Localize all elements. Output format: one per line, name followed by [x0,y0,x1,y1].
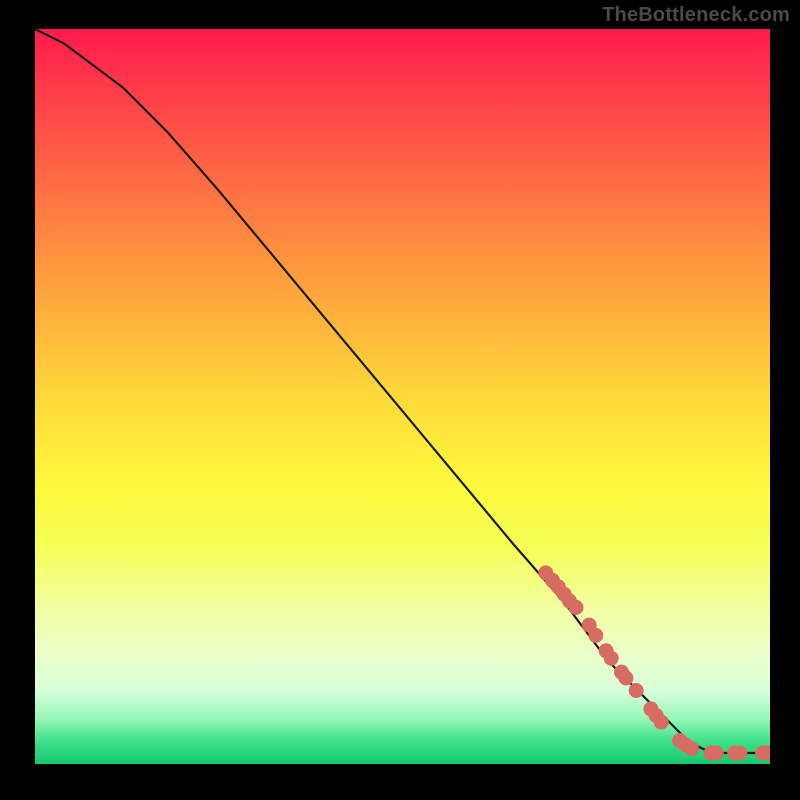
data-marker [709,746,724,761]
data-marker [604,651,619,666]
data-marker [618,671,633,686]
data-marker [654,715,669,730]
data-marker [684,741,699,756]
data-marker [588,628,603,643]
chart-frame: TheBottleneck.com [0,0,800,800]
data-markers [538,565,770,760]
data-marker [629,683,644,698]
chart-svg [35,29,770,764]
data-marker [732,746,747,761]
watermark-text: TheBottleneck.com [602,4,790,27]
plot-area [35,29,770,764]
bottleneck-curve [35,29,770,753]
data-marker [569,600,584,615]
